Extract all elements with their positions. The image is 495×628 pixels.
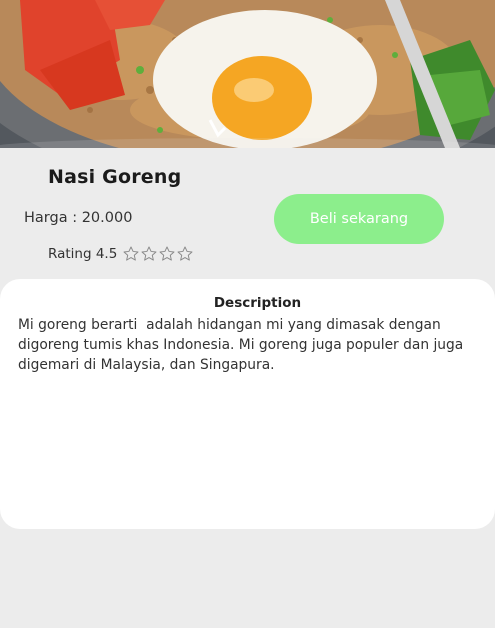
buy-now-button[interactable]: Beli sekarang [274,194,444,244]
product-price: Harga : 20.000 [24,210,133,226]
description-text: Mi goreng berarti adalah hidangan mi yan… [18,317,468,373]
product-rating: Rating 4.5 [48,245,194,263]
star-outline-icon [159,246,175,261]
rating-stars [122,245,194,263]
star-outline-icon [177,246,193,261]
rating-label: Rating 4.5 [48,246,118,262]
product-title: Nasi Goreng [48,166,182,188]
description-card: Description Mi goreng berarti adalah hid… [0,279,495,529]
star-outline-icon [123,246,139,261]
product-image [0,0,495,148]
description-heading: Description [213,295,302,311]
star-outline-icon [141,246,157,261]
